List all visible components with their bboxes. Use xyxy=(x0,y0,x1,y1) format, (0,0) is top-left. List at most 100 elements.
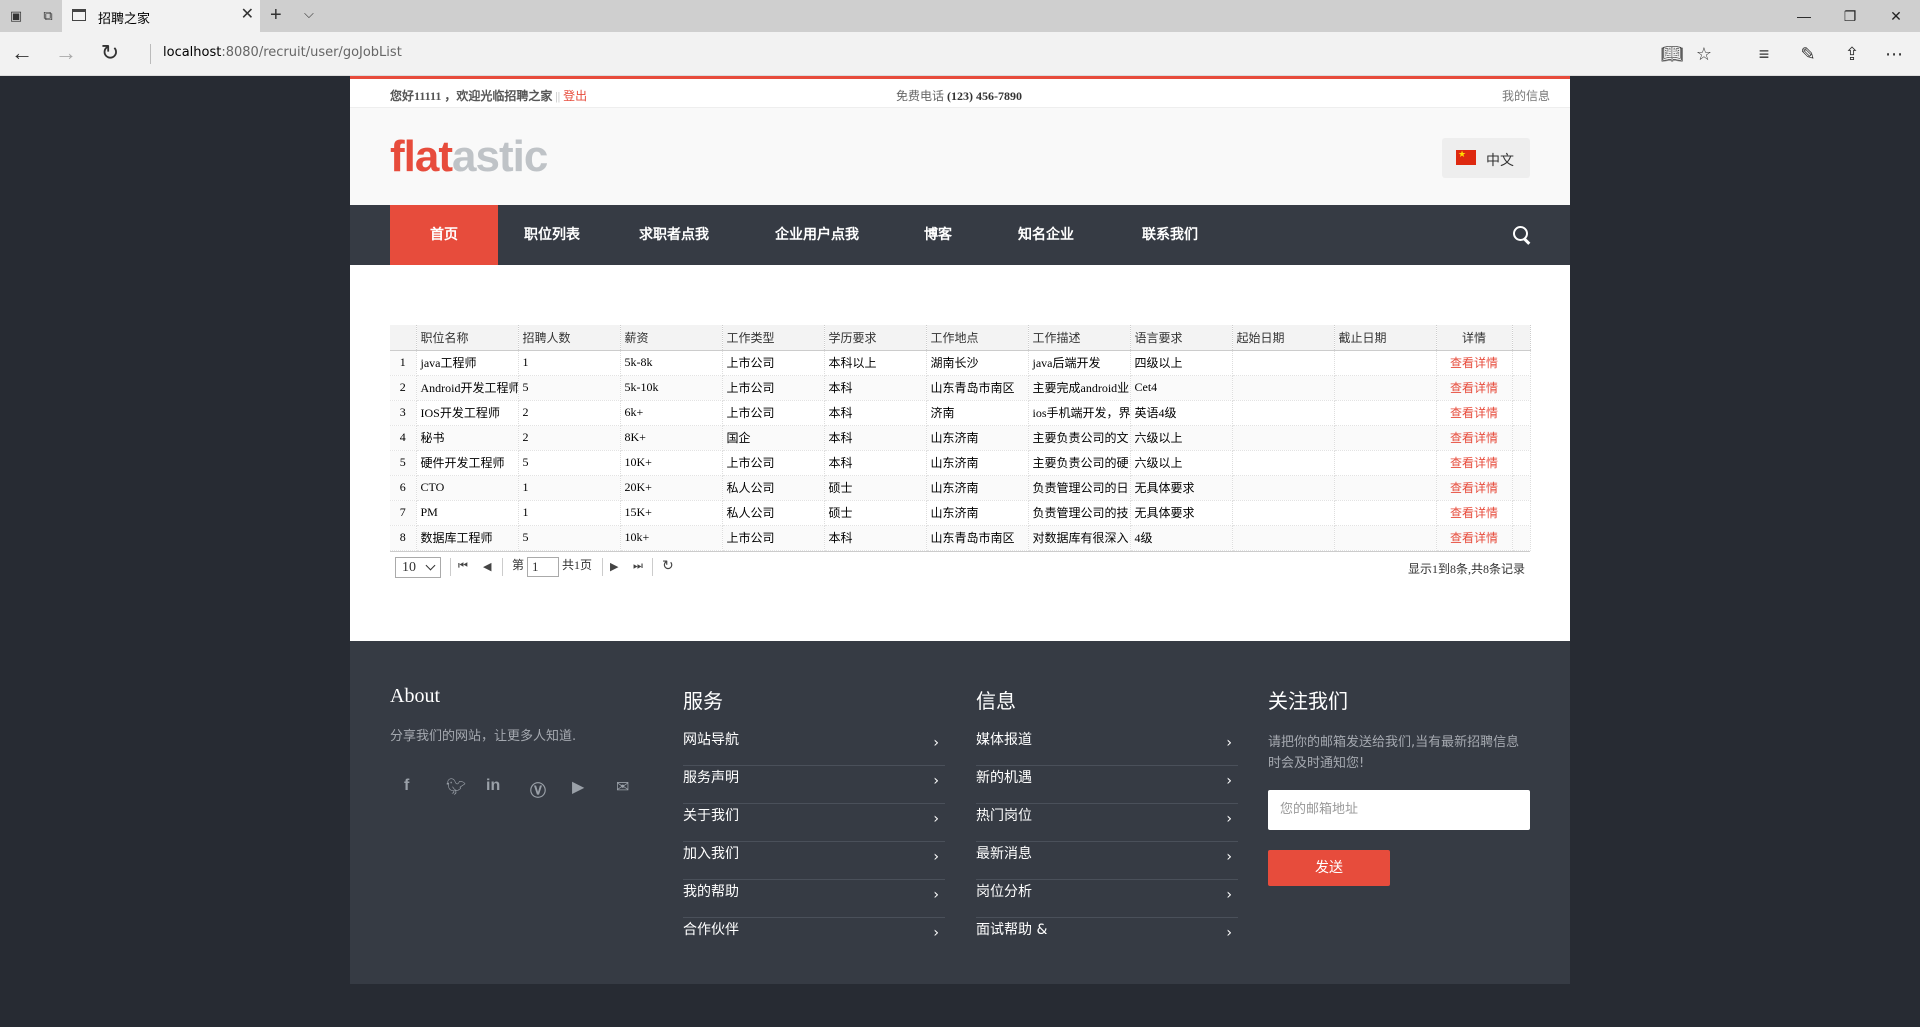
footer-link[interactable]: 我的帮助 › xyxy=(683,880,945,918)
chevron-right-icon: › xyxy=(1226,849,1232,865)
footer-link[interactable]: 关于我们 › xyxy=(683,804,945,842)
footer-info: 信息 媒体报道 › 新的机遇 › 热门岗位 › 最新消息 › 岗位分析 › 面试帮助 & › xyxy=(976,685,1238,956)
forward-icon[interactable]: → xyxy=(52,40,80,68)
tab-manager-icon[interactable]: ▣ xyxy=(6,6,26,26)
view-details-link[interactable]: 查看详情 xyxy=(1436,450,1513,476)
chevron-down-icon[interactable]: ⌵ xyxy=(304,6,314,22)
twitter-icon[interactable]: 🐦︎ xyxy=(446,777,466,797)
view-details-link[interactable]: 查看详情 xyxy=(1436,375,1513,401)
table-cell: 硕士 xyxy=(824,500,927,526)
footer-link[interactable]: 媒体报道 › xyxy=(976,728,1238,766)
nav-item-contact[interactable]: 联系我们 xyxy=(1108,205,1232,265)
view-details-link[interactable]: 查看详情 xyxy=(1436,525,1513,551)
column-header[interactable]: 语言要求 xyxy=(1130,325,1233,351)
page-icon xyxy=(72,9,86,21)
footer-link[interactable]: 加入我们 › xyxy=(683,842,945,880)
table-cell: 山东青岛市南区 xyxy=(926,375,1029,401)
url-host: localhost xyxy=(163,45,222,60)
mail-icon[interactable]: ✉ xyxy=(616,777,629,797)
table-cell: 主要负责公司的文 xyxy=(1028,425,1131,451)
column-header[interactable]: 详情 xyxy=(1436,325,1513,351)
page-total: 共1页 xyxy=(562,558,593,572)
view-details-link[interactable]: 查看详情 xyxy=(1436,400,1513,426)
footer-link[interactable]: 合作伙伴 › xyxy=(683,918,945,956)
reload-icon[interactable]: ↻ xyxy=(662,558,674,575)
browser-tab[interactable]: 招聘之家 ✕ xyxy=(62,0,260,32)
hub-icon[interactable]: ≡ xyxy=(1752,42,1776,66)
nav-item-companies[interactable]: 知名企业 xyxy=(984,205,1108,265)
nav-item-enterprise[interactable]: 企业用户点我 xyxy=(742,205,892,265)
favorite-star-icon[interactable]: ☆ xyxy=(1692,42,1716,66)
view-details-link[interactable]: 查看详情 xyxy=(1436,425,1513,451)
footer-link[interactable]: 岗位分析 › xyxy=(976,880,1238,918)
table-cell xyxy=(1334,350,1437,376)
address-input[interactable]: localhost:8080/recruit/user/goJobList xyxy=(163,45,402,60)
table-cell: 主要完成android业 xyxy=(1028,375,1131,401)
view-details-link[interactable]: 查看详情 xyxy=(1436,475,1513,501)
column-header[interactable]: 截止日期 xyxy=(1334,325,1437,351)
row-spacer xyxy=(1512,375,1531,401)
refresh-icon[interactable]: ↻ xyxy=(96,40,124,68)
view-details-link[interactable]: 查看详情 xyxy=(1436,350,1513,376)
search-icon[interactable] xyxy=(1512,225,1532,245)
footer-link[interactable]: 面试帮助 & › xyxy=(976,918,1238,956)
footer-link-label: 加入我们 xyxy=(683,846,739,862)
table-cell: 5 xyxy=(518,525,621,551)
logo[interactable]: flatastic xyxy=(390,132,548,182)
follow-text: 请把你的邮箱发送给我们,当有最新招聘信息时会及时通知您! xyxy=(1268,735,1520,771)
set-aside-tabs-icon[interactable]: ⧉ xyxy=(38,6,58,26)
logout-link[interactable]: 登出 xyxy=(563,89,587,103)
more-icon[interactable]: ⋯ xyxy=(1882,42,1906,66)
language-selector[interactable]: 中文 xyxy=(1442,138,1530,178)
pagination-info: 显示1到8条,共8条记录 xyxy=(1407,562,1525,576)
column-header[interactable]: 职位名称 xyxy=(416,325,519,351)
page-size-select[interactable]: 10 xyxy=(395,557,441,578)
share-icon[interactable]: ⇪ xyxy=(1840,42,1864,66)
table-cell xyxy=(1232,400,1335,426)
send-button[interactable]: 发送 xyxy=(1268,850,1390,886)
column-header[interactable]: 工作描述 xyxy=(1028,325,1131,351)
table-cell xyxy=(1334,450,1437,476)
row-number: 2 xyxy=(390,375,417,401)
vimeo-icon[interactable]: Ⓥ xyxy=(530,777,546,801)
last-page-icon[interactable]: ⏭︎ xyxy=(633,560,643,573)
restore-icon[interactable]: ❐ xyxy=(1840,6,1860,26)
first-page-icon[interactable]: ⏮︎ xyxy=(458,560,468,573)
table-row: 6 CTO 1 20K+ 私人公司 硕士 山东济南 负责管理公司的日 无具体要求 查看详情 xyxy=(390,475,1531,501)
nav-item-home[interactable]: 首页 xyxy=(390,205,498,265)
nav-item-blog[interactable]: 博客 xyxy=(892,205,984,265)
email-input[interactable]: 您的邮箱地址 xyxy=(1268,790,1530,830)
column-header[interactable]: 招聘人数 xyxy=(518,325,621,351)
footer-link[interactable]: 网站导航 › xyxy=(683,728,945,766)
column-header[interactable]: 起始日期 xyxy=(1232,325,1335,351)
column-header[interactable]: 工作地点 xyxy=(926,325,1029,351)
prev-page-icon[interactable]: ◀ xyxy=(483,560,491,573)
row-spacer xyxy=(1512,350,1531,376)
footer-link[interactable]: 新的机遇 › xyxy=(976,766,1238,804)
youtube-icon[interactable]: ▶ xyxy=(572,777,584,797)
new-tab-icon[interactable]: + xyxy=(270,5,282,25)
facebook-icon[interactable]: f xyxy=(404,777,409,795)
next-page-icon[interactable]: ▶ xyxy=(610,560,618,573)
footer-link[interactable]: 服务声明 › xyxy=(683,766,945,804)
row-spacer xyxy=(1512,450,1531,476)
column-spacer xyxy=(1512,325,1531,351)
column-header[interactable]: 薪资 xyxy=(620,325,723,351)
column-header[interactable]: 工作类型 xyxy=(722,325,825,351)
minimize-icon[interactable]: — xyxy=(1794,6,1814,26)
view-details-link[interactable]: 查看详情 xyxy=(1436,500,1513,526)
my-info-link[interactable]: 我的信息 xyxy=(1502,87,1550,104)
web-note-icon[interactable]: ✎ xyxy=(1796,42,1820,66)
phone-label: 免费电话 xyxy=(896,89,945,103)
reading-view-icon[interactable]: 📖︎ xyxy=(1660,42,1684,66)
nav-item-job-seeker[interactable]: 求职者点我 xyxy=(606,205,742,265)
column-header[interactable]: 学历要求 xyxy=(824,325,927,351)
nav-item-job-list[interactable]: 职位列表 xyxy=(498,205,606,265)
back-icon[interactable]: ← xyxy=(8,40,36,68)
page-number-input[interactable]: 1 xyxy=(527,557,559,577)
window-close-icon[interactable]: ✕ xyxy=(1886,6,1906,26)
close-tab-icon[interactable]: ✕ xyxy=(241,6,254,24)
linkedin-icon[interactable]: in xyxy=(486,777,500,795)
footer-link[interactable]: 最新消息 › xyxy=(976,842,1238,880)
footer-link[interactable]: 热门岗位 › xyxy=(976,804,1238,842)
